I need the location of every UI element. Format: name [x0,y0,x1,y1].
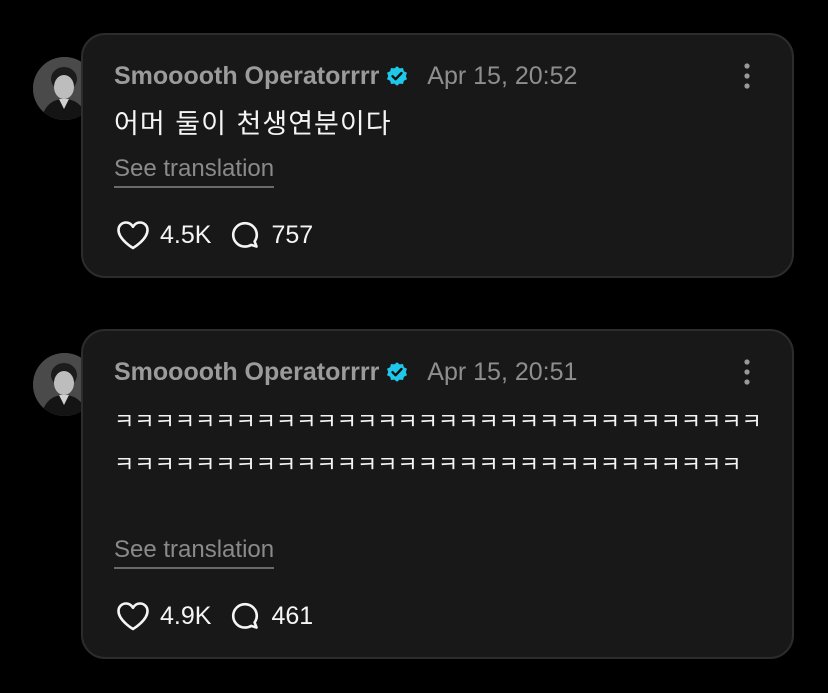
heart-icon [116,601,150,631]
verified-badge-icon [385,360,409,384]
see-translation-link[interactable]: See translation [114,536,275,569]
comment-header: Smooooth Operatorrrr Apr 15, 20:51 [114,355,577,389]
comment-actions: 4.9K 461 [116,599,331,633]
like-button[interactable]: 4.9K [116,601,211,631]
comment-actions: 4.5K 757 [116,218,331,252]
comment-card: Smooooth Operatorrrr Apr 15, 20:51 ㅋㅋㅋㅋㅋ… [81,329,794,659]
author-name[interactable]: Smooooth Operatorrrr [114,358,379,387]
comment-header: Smooooth Operatorrrr Apr 15, 20:52 [114,59,577,93]
like-count: 4.5K [160,220,212,249]
comment-timestamp: Apr 15, 20:51 [427,357,578,386]
reply-button[interactable]: 461 [229,600,313,632]
comment-text: ㅋㅋㅋㅋㅋㅋㅋㅋㅋㅋㅋㅋㅋㅋㅋㅋㅋㅋㅋㅋㅋㅋㅋㅋㅋㅋㅋㅋㅋㅋㅋㅋㅋㅋㅋㅋㅋㅋㅋㅋ… [114,410,762,478]
comment-timestamp: Apr 15, 20:52 [427,61,578,90]
comment-bubble-icon [229,219,261,251]
verified-badge-icon [385,64,409,88]
see-translation-link[interactable]: See translation [114,155,275,188]
more-vertical-icon[interactable] [742,61,752,91]
like-count: 4.9K [160,601,212,630]
reply-button[interactable]: 757 [229,219,313,251]
reply-count: 757 [271,220,314,249]
comment-bubble-icon [229,600,261,632]
like-button[interactable]: 4.5K [116,220,211,250]
comment-text: 어머 둘이 천생연분이다 [114,109,392,140]
comment-card: Smooooth Operatorrrr Apr 15, 20:52 어머 둘이… [81,33,794,278]
heart-icon [116,220,150,250]
more-vertical-icon[interactable] [742,357,752,387]
author-name[interactable]: Smooooth Operatorrrr [114,62,379,91]
reply-count: 461 [271,601,314,630]
